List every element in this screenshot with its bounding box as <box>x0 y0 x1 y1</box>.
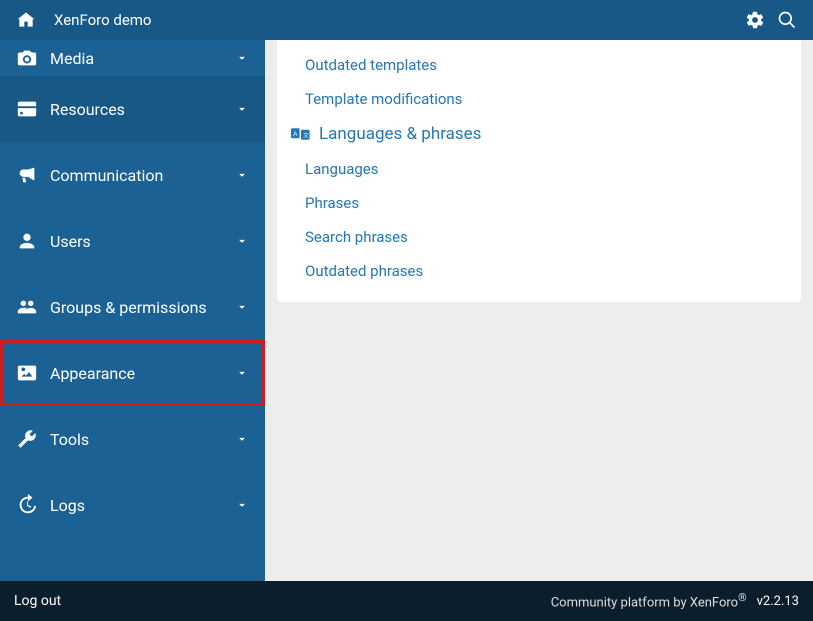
footer-version: v2.2.13 <box>757 594 799 609</box>
chevron-down-icon <box>235 234 249 248</box>
link-template-modifications[interactable]: Template modifications <box>277 82 801 116</box>
history-icon <box>16 494 38 516</box>
footer-credit: Community platform by XenForo® <box>551 591 747 610</box>
sidebar-item-communication[interactable]: Communication <box>0 142 265 208</box>
image-icon <box>16 362 38 384</box>
sidebar-item-tools[interactable]: Tools <box>0 406 265 472</box>
link-outdated-templates[interactable]: Outdated templates <box>277 48 801 82</box>
home-icon[interactable] <box>10 4 42 36</box>
chevron-down-icon <box>235 498 249 512</box>
camera-icon <box>16 47 38 69</box>
footer: Log out Community platform by XenForo® v… <box>0 581 813 621</box>
chevron-down-icon <box>235 51 249 65</box>
sidebar-item-media[interactable]: Media <box>0 40 265 76</box>
settings-icon[interactable] <box>739 4 771 36</box>
search-icon[interactable] <box>771 4 803 36</box>
wrench-icon <box>16 428 38 450</box>
sidebar-item-resources[interactable]: Resources <box>0 76 265 142</box>
section-languages-phrases[interactable]: A文 Languages & phrases <box>277 116 801 152</box>
section-heading-text: Languages & phrases <box>319 124 481 144</box>
main-content: Outdated templates Template modification… <box>265 40 813 581</box>
sidebar-label: Media <box>50 49 94 68</box>
bullhorn-icon <box>16 164 38 186</box>
sidebar-item-groups-permissions[interactable]: Groups & permissions <box>0 274 265 340</box>
logout-link[interactable]: Log out <box>14 593 61 609</box>
topbar: XenForo demo <box>0 0 813 40</box>
sidebar: Media Resources Communication Users Grou… <box>0 40 265 581</box>
sidebar-label: Communication <box>50 166 163 185</box>
hdd-icon <box>16 98 38 120</box>
content-card: Outdated templates Template modification… <box>277 40 801 302</box>
chevron-down-icon <box>235 366 249 380</box>
chevron-down-icon <box>235 102 249 116</box>
chevron-down-icon <box>235 168 249 182</box>
language-icon: A文 <box>291 126 311 142</box>
link-phrases[interactable]: Phrases <box>277 186 801 220</box>
sidebar-item-logs[interactable]: Logs <box>0 472 265 538</box>
link-search-phrases[interactable]: Search phrases <box>277 220 801 254</box>
sidebar-label: Logs <box>50 496 85 515</box>
app-title: XenForo demo <box>54 11 151 29</box>
sidebar-label: Groups & permissions <box>50 298 207 317</box>
sidebar-item-appearance[interactable]: Appearance <box>0 340 265 406</box>
link-languages[interactable]: Languages <box>277 152 801 186</box>
link-outdated-phrases[interactable]: Outdated phrases <box>277 254 801 288</box>
sidebar-label: Users <box>50 232 91 251</box>
chevron-down-icon <box>235 300 249 314</box>
sidebar-item-users[interactable]: Users <box>0 208 265 274</box>
sidebar-label: Appearance <box>50 364 135 383</box>
sidebar-label: Resources <box>50 100 125 119</box>
sidebar-label: Tools <box>50 430 89 449</box>
users-icon <box>16 296 38 318</box>
svg-text:A: A <box>293 131 298 138</box>
chevron-down-icon <box>235 432 249 446</box>
user-icon <box>16 230 38 252</box>
